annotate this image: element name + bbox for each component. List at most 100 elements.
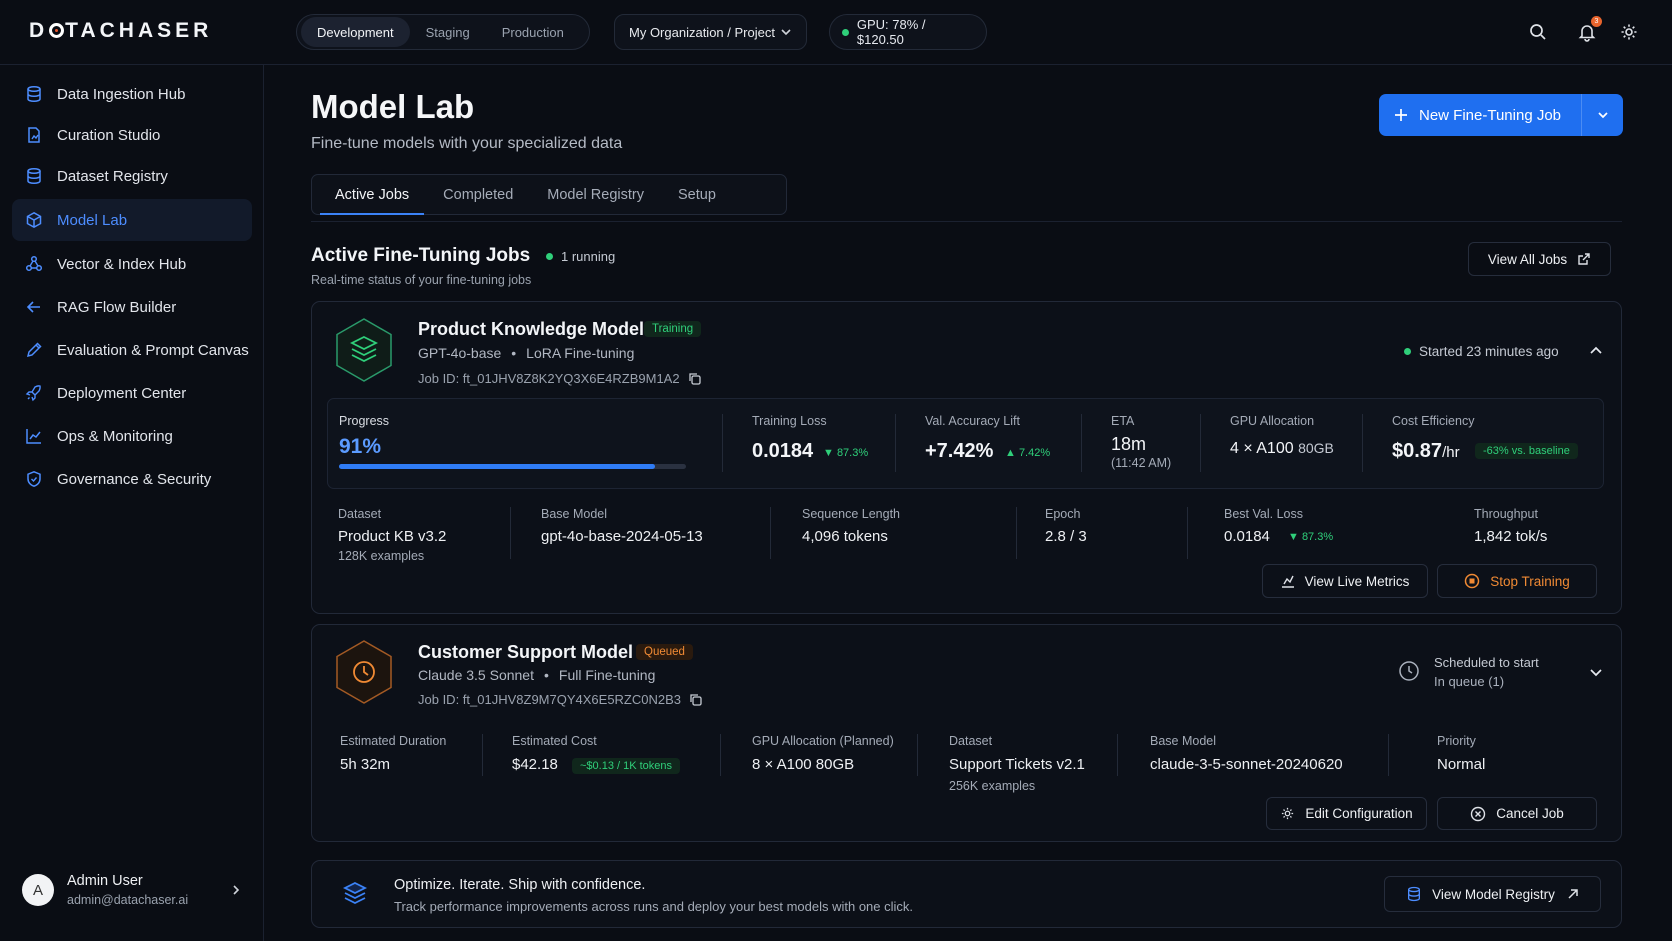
job-base-model: GPT-4o-base	[418, 345, 502, 361]
divider	[1200, 414, 1201, 472]
section-subtitle: Real-time status of your fine-tuning job…	[311, 273, 532, 287]
base-model-value: claude-3-5-sonnet-20240620	[1150, 756, 1343, 773]
val-accuracy-delta: ▲ 7.42%	[1005, 447, 1051, 459]
plus-icon	[1395, 109, 1407, 121]
divider	[720, 734, 721, 776]
chart-icon	[1281, 575, 1294, 588]
cancel-job-label: Cancel Job	[1496, 806, 1564, 821]
cost-value: $0.87	[1392, 440, 1443, 462]
view-all-jobs-button[interactable]: View All Jobs	[1468, 242, 1611, 276]
sidebar-item-ops-monitoring[interactable]: Ops & Monitoring	[12, 415, 252, 457]
epoch-value: 2.8 / 3	[1045, 528, 1087, 545]
env-development[interactable]: Development	[301, 17, 410, 47]
new-job-label: New Fine-Tuning Job	[1419, 106, 1562, 124]
dataset-label: Dataset	[338, 507, 382, 521]
divider	[895, 414, 896, 472]
gear-icon[interactable]	[1619, 22, 1639, 42]
scheduled-text: Scheduled to start	[1434, 655, 1539, 670]
job-id: Job ID: ft_01JHV8Z9M7QY4X6E5RZC0N2B3	[418, 692, 682, 707]
org-project-selector[interactable]: My Organization / Project	[614, 14, 807, 50]
layers-icon	[336, 318, 392, 382]
sidebar-item-label: Deployment Center	[57, 384, 187, 402]
training-loss-delta: ▼ 87.3%	[823, 447, 869, 459]
job-started: Started 23 minutes ago	[1404, 344, 1559, 359]
cost-unit: /hr	[1442, 444, 1460, 461]
job-model-info: Claude 3.5 Sonnet • Full Fine-tuning	[418, 667, 655, 683]
stop-training-button[interactable]: Stop Training	[1437, 564, 1597, 598]
separator-dot: •	[511, 345, 517, 361]
chevron-down-icon	[781, 29, 791, 36]
throughput-value: 1,842 tok/s	[1474, 528, 1548, 545]
training-loss-value: 0.0184	[752, 440, 814, 462]
sidebar-item-dataset-registry[interactable]: Dataset Registry	[12, 155, 252, 197]
stop-training-label: Stop Training	[1490, 573, 1570, 589]
section-title: Active Fine-Tuning Jobs	[311, 245, 531, 266]
new-fine-tuning-job-button: New Fine-Tuning Job	[1379, 94, 1623, 136]
job-id-row: Job ID: ft_01JHV8Z9M7QY4X6E5RZC0N2B3	[418, 692, 703, 707]
arrow-up-right-icon	[1568, 889, 1578, 899]
tab-model-registry[interactable]: Model Registry	[530, 175, 661, 214]
new-job-dropdown[interactable]	[1581, 94, 1623, 136]
gpu-status-pill[interactable]: GPU: 78% / $120.50	[829, 14, 987, 50]
tab-completed[interactable]: Completed	[426, 175, 530, 214]
progress-bar-fill	[339, 464, 655, 469]
estimated-duration-label: Estimated Duration	[340, 734, 447, 748]
sidebar-item-label: Vector & Index Hub	[57, 255, 187, 273]
user-profile[interactable]: A Admin User admin@datachaser.ai	[22, 865, 242, 915]
curation-icon	[28, 127, 40, 143]
job-id-row: Job ID: ft_01JHV8Z8K2YQ3X6E4RZB9M1A2	[418, 371, 702, 386]
status-dot-icon	[842, 28, 849, 36]
priority-label: Priority	[1437, 734, 1476, 748]
org-project-label: My Organization / Project	[629, 24, 775, 40]
chevron-up-icon[interactable]	[1589, 344, 1603, 358]
job-base-model: Claude 3.5 Sonnet	[418, 667, 534, 683]
sidebar-item-curation-studio[interactable]: Curation Studio	[12, 114, 252, 156]
sidebar-item-label: Ops & Monitoring	[57, 427, 173, 445]
sidebar-item-data-ingestion-hub[interactable]: Data Ingestion Hub	[12, 73, 252, 115]
separator-dot: •	[543, 667, 549, 683]
sidebar-item-evaluation-prompt-canvas[interactable]: Evaluation & Prompt Canvas	[12, 329, 252, 371]
sidebar-item-model-lab[interactable]: Model Lab	[12, 199, 252, 241]
nodes-icon	[25, 255, 43, 272]
best-val-loss-label: Best Val. Loss	[1224, 507, 1303, 521]
status-badge: Training	[644, 321, 702, 337]
database-icon	[27, 85, 41, 103]
dataset-value: Product KB v3.2	[338, 528, 447, 545]
env-staging[interactable]: Staging	[410, 17, 486, 47]
sidebar-item-label: RAG Flow Builder	[57, 298, 177, 316]
copy-icon[interactable]	[689, 693, 703, 707]
best-val-loss-delta: ▼ 87.3%	[1288, 531, 1334, 543]
new-job-primary[interactable]: New Fine-Tuning Job	[1379, 94, 1581, 136]
env-production[interactable]: Production	[486, 17, 580, 47]
divider	[1388, 734, 1389, 776]
sidebar-item-rag-flow-builder[interactable]: RAG Flow Builder	[12, 286, 252, 328]
edit-configuration-button[interactable]: Edit Configuration	[1266, 797, 1427, 830]
divider	[1187, 507, 1188, 559]
sidebar-item-governance-security[interactable]: Governance & Security	[12, 458, 252, 500]
copy-icon[interactable]	[688, 372, 702, 386]
view-live-metrics-button[interactable]: View Live Metrics	[1262, 564, 1428, 598]
cta-title: Optimize. Iterate. Ship with confidence.	[394, 877, 646, 893]
dataset-examples: 256K examples	[949, 779, 1036, 793]
search-icon[interactable]	[1528, 22, 1548, 42]
tab-setup[interactable]: Setup	[661, 175, 733, 214]
sidebar-item-label: Model Lab	[57, 211, 128, 229]
divider	[1016, 507, 1017, 559]
epoch-label: Epoch	[1045, 507, 1081, 521]
sequence-length-value: 4,096 tokens	[802, 528, 888, 545]
job-started-text: Started 23 minutes ago	[1419, 344, 1559, 359]
view-model-registry-button[interactable]: View Model Registry	[1384, 876, 1601, 912]
tab-active-jobs[interactable]: Active Jobs	[318, 175, 426, 215]
environment-switcher: Development Staging Production	[296, 14, 590, 50]
chevron-right-icon	[233, 885, 240, 895]
sidebar-item-label: Data Ingestion Hub	[57, 85, 186, 103]
chevron-down-icon[interactable]	[1589, 665, 1603, 679]
dataset-value: Support Tickets v2.1	[949, 756, 1085, 773]
sidebar-item-vector-index-hub[interactable]: Vector & Index Hub	[12, 243, 252, 285]
divider	[311, 221, 1622, 222]
cube-icon	[26, 211, 42, 229]
sidebar-item-deployment-center[interactable]: Deployment Center	[12, 372, 252, 414]
sidebar-item-label: Evaluation & Prompt Canvas	[57, 341, 249, 359]
cancel-job-button[interactable]: Cancel Job	[1437, 797, 1597, 830]
app-logo[interactable]: D TACHASER	[29, 19, 212, 43]
